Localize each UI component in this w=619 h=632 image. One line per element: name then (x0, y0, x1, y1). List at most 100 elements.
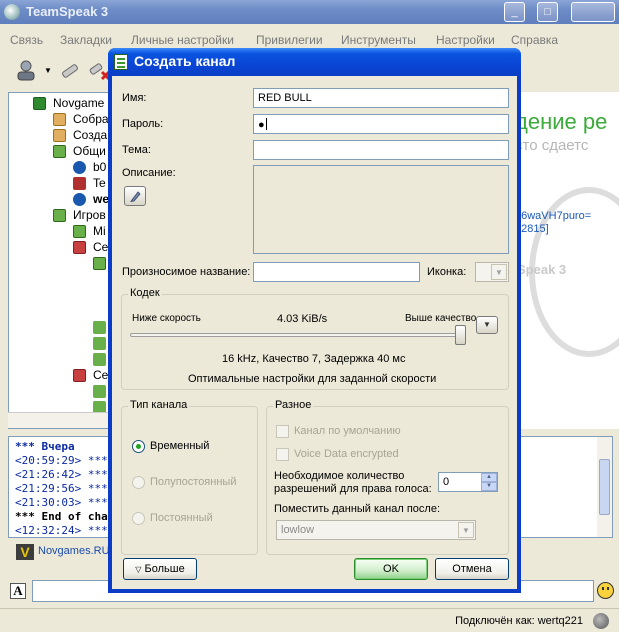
tree-item-label: Общи (73, 144, 106, 158)
tree-item-label: Novgame (53, 96, 105, 110)
info-text: 56waVH7puro= (515, 210, 592, 222)
description-area[interactable] (253, 165, 509, 254)
radio-semi-permanent-label[interactable]: Полупостоянный (150, 476, 236, 488)
codec-quality-slider[interactable] (130, 333, 466, 337)
pencil-icon (130, 191, 141, 202)
menu-bookmarks[interactable]: Закладки (60, 33, 112, 47)
radio-permanent-label[interactable]: Постоянный (150, 512, 213, 524)
channel-locked-icon (73, 241, 86, 254)
scrollbar-thumb[interactable] (599, 459, 610, 515)
edit-description-button[interactable] (124, 186, 146, 206)
tree-item-label: Собра (73, 112, 109, 126)
tree-item-label: b0 (93, 160, 107, 174)
menu-self[interactable]: Личные настройки (131, 33, 234, 47)
channel-icon (93, 353, 106, 366)
cancel-button[interactable]: Отмена (435, 558, 509, 580)
password-field[interactable]: ● (253, 114, 509, 134)
spin-up-icon[interactable]: ▲ (481, 473, 497, 482)
radio-permanent[interactable] (132, 512, 145, 525)
misc-group: Разное Канал по умолчанию Voice Data enc… (266, 399, 509, 555)
smiley-icon[interactable] (597, 582, 614, 599)
default-channel-label: Канал по умолчанию (294, 425, 401, 437)
chat-scrollbar[interactable] (597, 437, 612, 537)
tree-item-label: Се (93, 368, 109, 382)
connection-status: Подключён как: wertq221 (455, 615, 583, 627)
main-titlebar: TeamSpeak 3 _ □ (0, 0, 619, 24)
menu-tools[interactable]: Инструменты (341, 33, 416, 47)
connect-dropdown-icon[interactable]: ▼ (44, 66, 52, 75)
chevron-down-icon: ▼ (458, 522, 474, 538)
codec-group: Кодек Ниже скорость 4.03 KiB/s Выше каче… (121, 287, 509, 390)
codec-options-button[interactable]: ▼ (476, 316, 498, 334)
teamspeak-logo-icon (4, 4, 20, 20)
description-label: Описание: (122, 167, 176, 179)
text-format-icon[interactable]: A (10, 583, 26, 599)
password-value: ● (258, 119, 265, 131)
channel-icon (93, 385, 106, 398)
password-label: Пароль: (122, 118, 164, 130)
topic-field[interactable] (253, 140, 509, 160)
window-title: TeamSpeak 3 (26, 4, 109, 19)
menu-settings[interactable]: Настройки (436, 33, 495, 47)
phonetic-name-field[interactable] (253, 262, 420, 282)
server-icon (33, 97, 46, 110)
chat-line: <21:29:56> *** T (15, 482, 121, 495)
radio-semi-permanent[interactable] (132, 476, 145, 489)
dialog-titlebar[interactable]: Создать канал (108, 48, 521, 76)
channel-icon (93, 337, 106, 350)
tree-item-label: Te (93, 176, 106, 190)
dialog-body: Имя: RED BULL Пароль: ● Тема: Описание: … (112, 76, 517, 589)
server-tab[interactable]: V Novgames.RU (14, 542, 110, 562)
channel-document-icon (114, 54, 128, 70)
chat-line: <12:32:24> *** T (15, 524, 121, 537)
icon-select[interactable]: ▼ (475, 262, 509, 282)
default-channel-checkbox[interactable] (276, 425, 289, 438)
talk-power-spinner[interactable]: 0 ▲ ▼ (438, 472, 498, 492)
menu-help[interactable]: Справка (511, 33, 558, 47)
name-label: Имя: (122, 92, 147, 104)
sort-after-label: Поместить данный канал после: (274, 503, 441, 515)
voice-encrypted-checkbox[interactable] (276, 448, 289, 461)
server-logo-icon: V (16, 544, 34, 560)
sort-after-value: lowlow (281, 524, 315, 536)
more-button[interactable]: ▽ Больше (123, 558, 197, 580)
menubar: Связь Закладки Личные настройки Привилег… (0, 30, 619, 50)
name-field[interactable]: RED BULL (253, 88, 509, 108)
connect-icon[interactable] (14, 58, 38, 82)
misc-group-title: Разное (273, 399, 314, 411)
phonetic-label: Произносимое название: (122, 266, 251, 278)
tree-horizontal-scrollbar[interactable] (8, 412, 111, 428)
codec-group-title: Кодек (128, 287, 162, 299)
user-muted-icon (73, 177, 86, 190)
tree-item-label: Mi (93, 224, 106, 238)
chat-line: *** Вчера (15, 440, 75, 453)
maximize-button[interactable]: □ (537, 2, 558, 22)
menu-permissions[interactable]: Привилегии (256, 33, 323, 47)
close-button[interactable] (571, 2, 615, 22)
ok-button[interactable]: OK (354, 558, 428, 580)
channel-type-title: Тип канала (128, 399, 190, 411)
banner-text: дение ре (515, 109, 608, 134)
talk-power-label: Необходимое количество (274, 470, 405, 482)
channel-icon (93, 257, 106, 270)
codec-slider-thumb[interactable] (455, 325, 466, 345)
codec-low-label: Ниже скорость (132, 313, 201, 324)
statusbar: Подключён как: wertq221 (0, 608, 619, 632)
menu-connection[interactable]: Связь (10, 33, 43, 47)
topic-label: Тема: (122, 144, 151, 156)
radio-temporary[interactable] (132, 440, 145, 453)
radio-temporary-label[interactable]: Временный (150, 440, 209, 452)
brand-watermark: Speak 3 (517, 262, 567, 277)
tree-item-label: Созда (73, 128, 108, 142)
minimize-button[interactable]: _ (504, 2, 525, 22)
codec-info: 16 kHz, Качество 7, Задержка 40 мс (222, 353, 406, 365)
channel-icon (53, 113, 66, 126)
user-icon (73, 161, 86, 174)
chat-line: <20:59:29> *** T (15, 454, 121, 467)
disconnect-icon[interactable] (58, 58, 82, 82)
sort-after-select[interactable]: lowlow ▼ (276, 520, 476, 540)
codec-high-label: Выше качество (405, 313, 477, 324)
channel-tree[interactable]: Novgame Собра Созда Общи b0 Te we Игров … (8, 92, 111, 429)
tree-item-label: Игров (73, 208, 106, 222)
spin-down-icon[interactable]: ▼ (481, 482, 497, 491)
